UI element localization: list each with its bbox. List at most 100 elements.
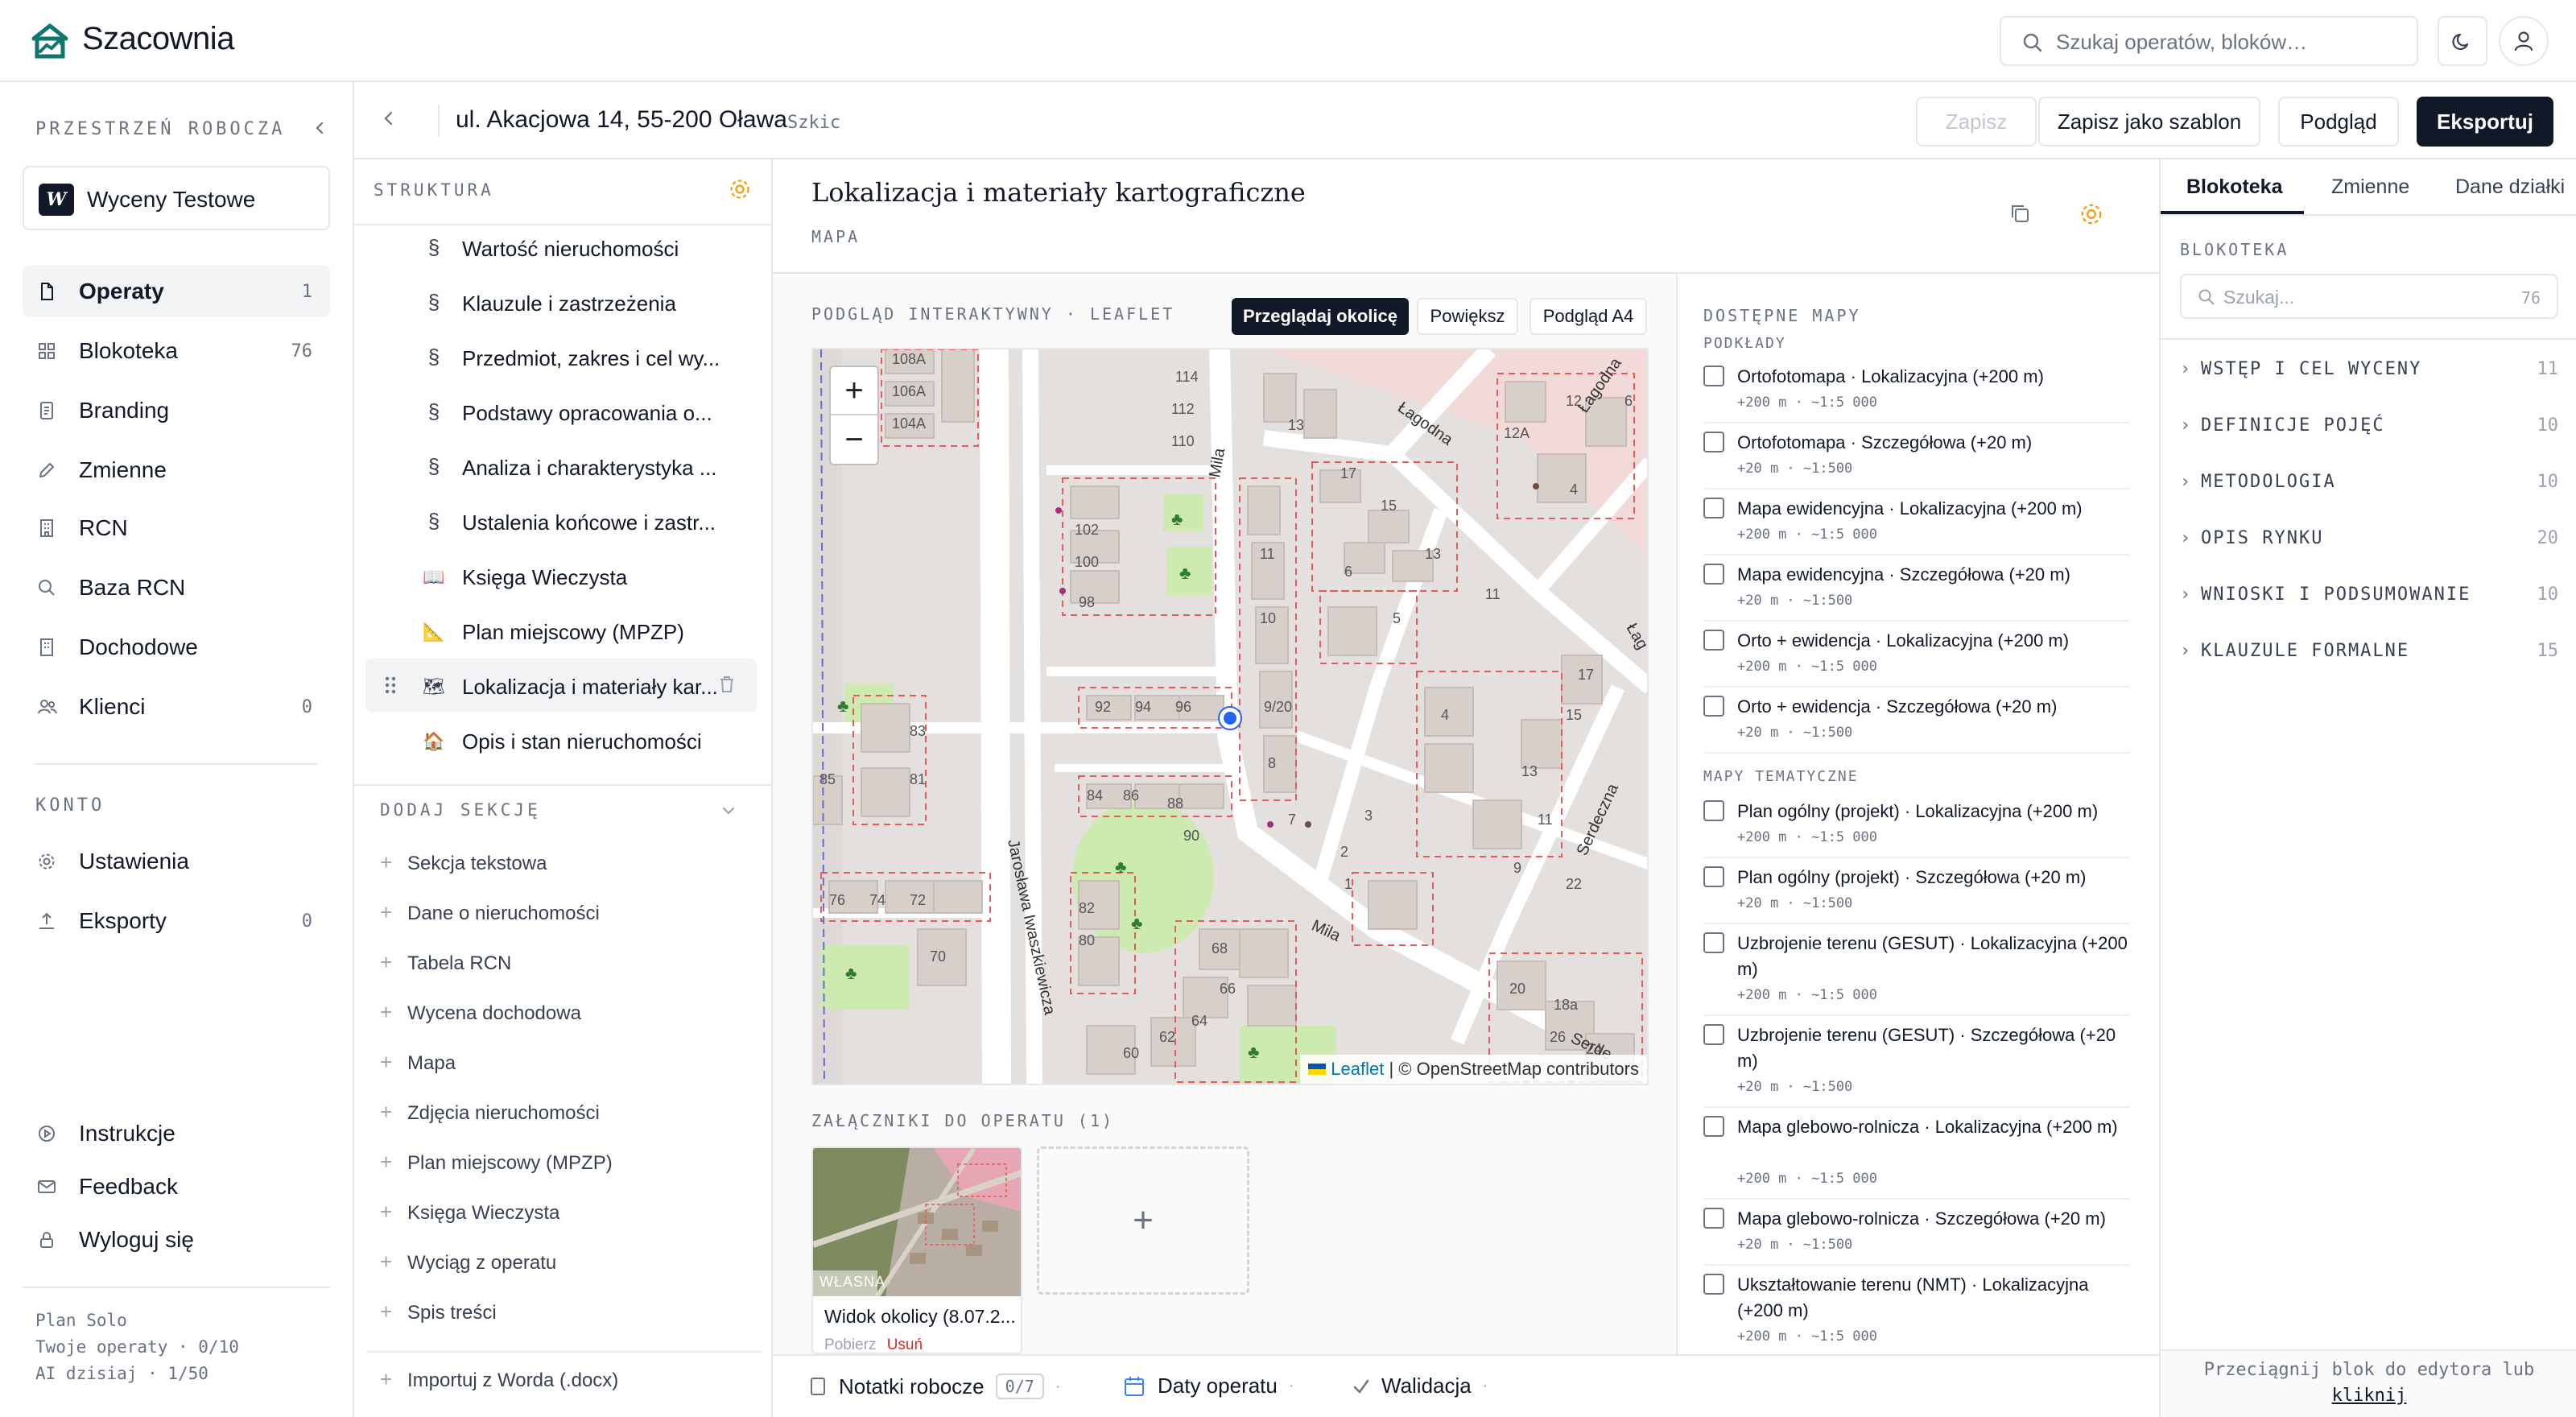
global-search[interactable] bbox=[2000, 16, 2418, 66]
section-item[interactable]: § Wartość nieruchomości bbox=[365, 221, 757, 274]
tab-zmienne[interactable]: Zmienne bbox=[2331, 176, 2409, 199]
section-item[interactable]: 📐 Plan miejscowy (MPZP) bbox=[365, 604, 757, 657]
a4-preview-button[interactable]: Podgląd A4 bbox=[1530, 298, 1647, 335]
checkbox[interactable] bbox=[1703, 564, 1724, 585]
validation-toggle[interactable]: Walidacja · bbox=[1352, 1374, 1488, 1398]
structure-settings-button[interactable] bbox=[728, 177, 752, 201]
nav-item-feedback[interactable]: Feedback bbox=[23, 1161, 330, 1213]
drag-handle-icon[interactable] bbox=[383, 675, 398, 696]
tab-dane-dzialki[interactable]: Dane działki bbox=[2455, 176, 2565, 199]
dates-toggle[interactable]: Daty operatu · bbox=[1124, 1374, 1294, 1398]
back-button[interactable] bbox=[378, 108, 399, 129]
checkbox[interactable] bbox=[1703, 498, 1724, 518]
checkbox[interactable] bbox=[1703, 866, 1724, 887]
notes-toggle[interactable]: Notatki robocze 0/7 · bbox=[810, 1374, 1060, 1399]
section-item-active[interactable]: 🗺 Lokalizacja i materiały kar... bbox=[365, 659, 757, 712]
block-settings-button[interactable] bbox=[2079, 201, 2104, 227]
add-section-item[interactable]: + Dane o nieruchomości bbox=[380, 900, 600, 925]
logout-button[interactable]: Wyloguj się bbox=[23, 1214, 330, 1266]
section-item[interactable]: 📖 Księga Wieczysta bbox=[365, 549, 757, 602]
checkbox[interactable] bbox=[1703, 1274, 1724, 1295]
checkbox[interactable] bbox=[1703, 1116, 1724, 1137]
block-title[interactable]: Lokalizacja i materiały kartograficzne bbox=[811, 177, 1306, 208]
library-category[interactable]: › OPIS RYNKU 20 bbox=[2180, 528, 2558, 548]
nav-item-baza-rcn[interactable]: Baza RCN bbox=[23, 562, 330, 613]
add-section-item[interactable]: + Wyciąg z operatu bbox=[380, 1250, 556, 1274]
checkbox[interactable] bbox=[1703, 800, 1724, 821]
library-category[interactable]: › METODOLOGIA 10 bbox=[2180, 472, 2558, 492]
add-section-item[interactable]: + Plan miejscowy (MPZP) bbox=[380, 1150, 613, 1175]
add-section-title[interactable]: DODAJ SEKCJĘ bbox=[380, 800, 541, 820]
save-button[interactable]: Zapisz bbox=[1916, 97, 2037, 147]
chevron-down-icon[interactable] bbox=[720, 802, 737, 820]
add-attachment-button[interactable]: + bbox=[1037, 1146, 1249, 1295]
nav-item-eksporty[interactable]: Eksporty 0 bbox=[23, 895, 330, 947]
user-menu-button[interactable] bbox=[2499, 16, 2549, 66]
export-button[interactable]: Eksportuj bbox=[2417, 97, 2553, 147]
library-search[interactable]: 76 bbox=[2180, 274, 2558, 319]
checkbox[interactable] bbox=[1703, 432, 1724, 452]
attachment-card[interactable]: WŁASNA Widok okolicy (8.07.2... Pobierz … bbox=[811, 1146, 1022, 1354]
nav-item-zmienne[interactable]: Zmienne bbox=[23, 444, 330, 496]
nav-item-rcn[interactable]: RCN bbox=[23, 502, 330, 554]
add-section-item[interactable]: + Wycena dochodowa bbox=[380, 1000, 581, 1025]
library-category[interactable]: › WNIOSKI I PODSUMOWANIE 10 bbox=[2180, 585, 2558, 605]
add-section-item[interactable]: + Księga Wieczysta bbox=[380, 1200, 559, 1225]
theme-toggle-button[interactable] bbox=[2438, 16, 2487, 66]
section-item[interactable]: § Podstawy opracowania o... bbox=[365, 385, 757, 438]
workspace-switcher[interactable]: W Wyceny Testowe bbox=[23, 166, 330, 230]
document-title[interactable]: ul. Akacjowa 14, 55-200 Oława bbox=[456, 106, 787, 134]
nav-item-ustawienia[interactable]: Ustawienia bbox=[23, 836, 330, 887]
library-search-input[interactable] bbox=[2223, 283, 2481, 311]
add-section-item[interactable]: + Sekcja tekstowa bbox=[380, 850, 547, 875]
add-section-item[interactable]: + Zdjęcia nieruchomości bbox=[380, 1100, 600, 1125]
browse-area-button[interactable]: Przeglądaj okolicę bbox=[1232, 298, 1409, 335]
collapse-sidebar-button[interactable] bbox=[311, 119, 328, 137]
remove-link[interactable]: Usuń bbox=[887, 1336, 923, 1353]
osm-attribution[interactable]: | © OpenStreetMap contributors bbox=[1389, 1059, 1639, 1080]
tab-blokoteka[interactable]: Blokoteka bbox=[2186, 176, 2282, 199]
map-tiles[interactable]: ♣♣♣♣♣♣♣ 108A 106A 104A 114 112 110 13 17… bbox=[813, 349, 1649, 1085]
search-input[interactable] bbox=[2056, 26, 2402, 58]
library-category[interactable]: › KLAUZULE FORMALNE 15 bbox=[2180, 641, 2558, 661]
attachment-thumbnail[interactable]: WŁASNA bbox=[813, 1148, 1021, 1296]
section-item[interactable]: 🏠 Opis i stan nieruchomości bbox=[365, 713, 757, 766]
duplicate-block-button[interactable] bbox=[2008, 201, 2032, 225]
checkbox[interactable] bbox=[1703, 630, 1724, 651]
section-item[interactable]: § Klauzule i zastrzeżenia bbox=[365, 275, 757, 328]
app-name[interactable]: Szacownia bbox=[82, 21, 234, 57]
checkbox[interactable] bbox=[1703, 1024, 1724, 1045]
library-category[interactable]: › WSTĘP I CEL WYCENY 11 bbox=[2180, 359, 2558, 379]
logo-icon[interactable] bbox=[29, 19, 71, 61]
download-link[interactable]: Pobierz bbox=[824, 1336, 876, 1353]
section-item[interactable]: § Przedmiot, zakres i cel wy... bbox=[365, 330, 757, 383]
nav-item-branding[interactable]: Branding bbox=[23, 385, 330, 436]
checkbox[interactable] bbox=[1703, 696, 1724, 717]
preview-button[interactable]: Podgląd bbox=[2278, 97, 2399, 147]
interactive-map[interactable]: ♣ ♣ ♣ ♣ ♣ ♣ ♣ 108A 106A 104A 114 112 110 13 17… bbox=[811, 348, 1649, 1085]
add-section-item[interactable]: + Tabela RCN bbox=[380, 950, 511, 975]
add-section-item[interactable]: + Mapa bbox=[380, 1050, 456, 1075]
library-hint-link[interactable]: kliknij bbox=[2161, 1383, 2576, 1409]
save-as-template-button[interactable]: Zapisz jako szablon bbox=[2038, 97, 2260, 147]
checkbox[interactable] bbox=[1703, 366, 1724, 386]
section-item[interactable]: § Ustalenia końcowe i zastr... bbox=[365, 494, 757, 547]
nav-item-operaty[interactable]: Operaty 1 bbox=[23, 266, 330, 317]
nav-item-dochodowe[interactable]: Dochodowe bbox=[23, 622, 330, 673]
library-category[interactable]: › DEFINICJE POJĘĆ 10 bbox=[2180, 415, 2558, 436]
leaflet-link[interactable]: Leaflet bbox=[1331, 1059, 1384, 1080]
enlarge-map-button[interactable]: Powiększ bbox=[1417, 298, 1518, 335]
checkbox[interactable] bbox=[1703, 932, 1724, 953]
section-item[interactable]: § Analiza i charakterystyka ... bbox=[365, 440, 757, 493]
nav-item-blokoteka[interactable]: Blokoteka 76 bbox=[23, 325, 330, 377]
nav-item-instrukcje[interactable]: Instrukcje bbox=[23, 1108, 330, 1159]
plan-ai-usage: AI dzisiaj · 1/50 bbox=[35, 1364, 208, 1383]
import-word-button[interactable]: + Importuj z Worda (.docx) bbox=[380, 1367, 618, 1392]
nav-item-klienci[interactable]: Klienci 0 bbox=[23, 681, 330, 733]
zoom-in-button[interactable]: + bbox=[831, 367, 877, 415]
trash-icon[interactable] bbox=[718, 675, 736, 694]
checkbox[interactable] bbox=[1703, 1208, 1724, 1229]
add-section-item[interactable]: + Spis treści bbox=[380, 1299, 497, 1324]
location-marker-icon[interactable] bbox=[1218, 706, 1242, 730]
zoom-out-button[interactable]: − bbox=[831, 415, 877, 464]
